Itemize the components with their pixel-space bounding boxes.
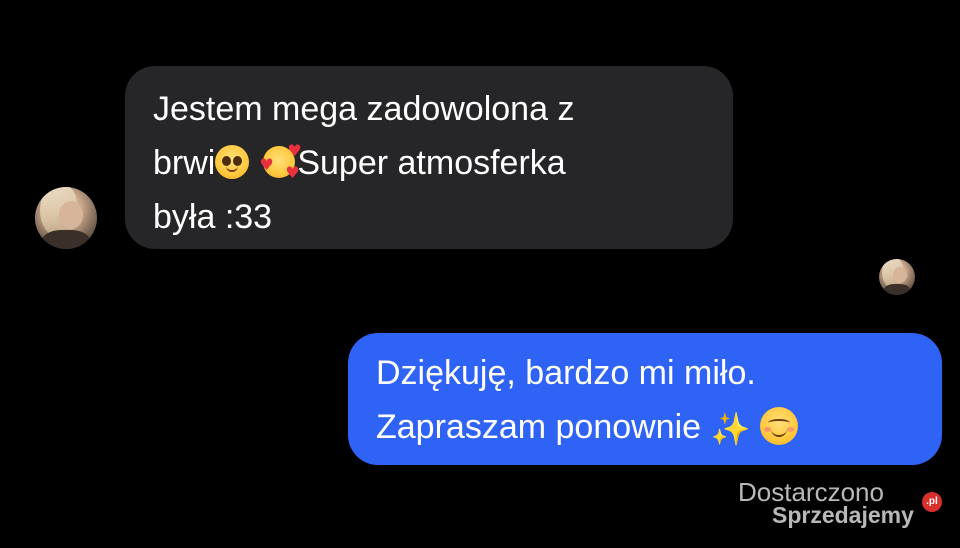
smiling-face-emoji-icon <box>759 407 798 445</box>
incoming-message-line: była :33 <box>153 198 273 236</box>
outgoing-message-line: Zapraszam ponownie ✨ <box>376 400 922 456</box>
incoming-message-line: brwi ♥ ♥ ♥ Super atmosferka <box>153 136 707 190</box>
watermark-badge: .pl <box>922 492 942 512</box>
outgoing-message-bubble[interactable]: Dziękuję, bardzo mi miło. Zapraszam pono… <box>348 333 942 465</box>
read-receipt-avatar <box>879 259 915 295</box>
watermark: Dostarczono Sprzedajemy .pl <box>736 476 946 532</box>
sparkles-emoji-icon: ✨ <box>710 410 751 448</box>
chat-background: Jestem mega zadowolona z brwi ♥ ♥ ♥ Super at… <box>0 0 960 548</box>
incoming-message-bubble[interactable]: Jestem mega zadowolona z brwi ♥ ♥ ♥ Super at… <box>125 66 733 249</box>
incoming-message-text: brwi <box>153 144 216 182</box>
pleading-face-emoji-icon <box>215 145 250 179</box>
outgoing-message-text: Zapraszam ponownie <box>376 408 702 446</box>
outgoing-message-line: Dziękuję, bardzo mi miło. <box>376 354 756 392</box>
incoming-message-text: Super atmosferka <box>297 144 566 182</box>
incoming-message-line: Jestem mega zadowolona z <box>153 90 575 128</box>
sender-avatar[interactable] <box>35 187 97 249</box>
watermark-brand: Sprzedajemy <box>772 502 914 528</box>
smiling-face-with-hearts-emoji-icon: ♥ ♥ ♥ <box>259 141 302 182</box>
